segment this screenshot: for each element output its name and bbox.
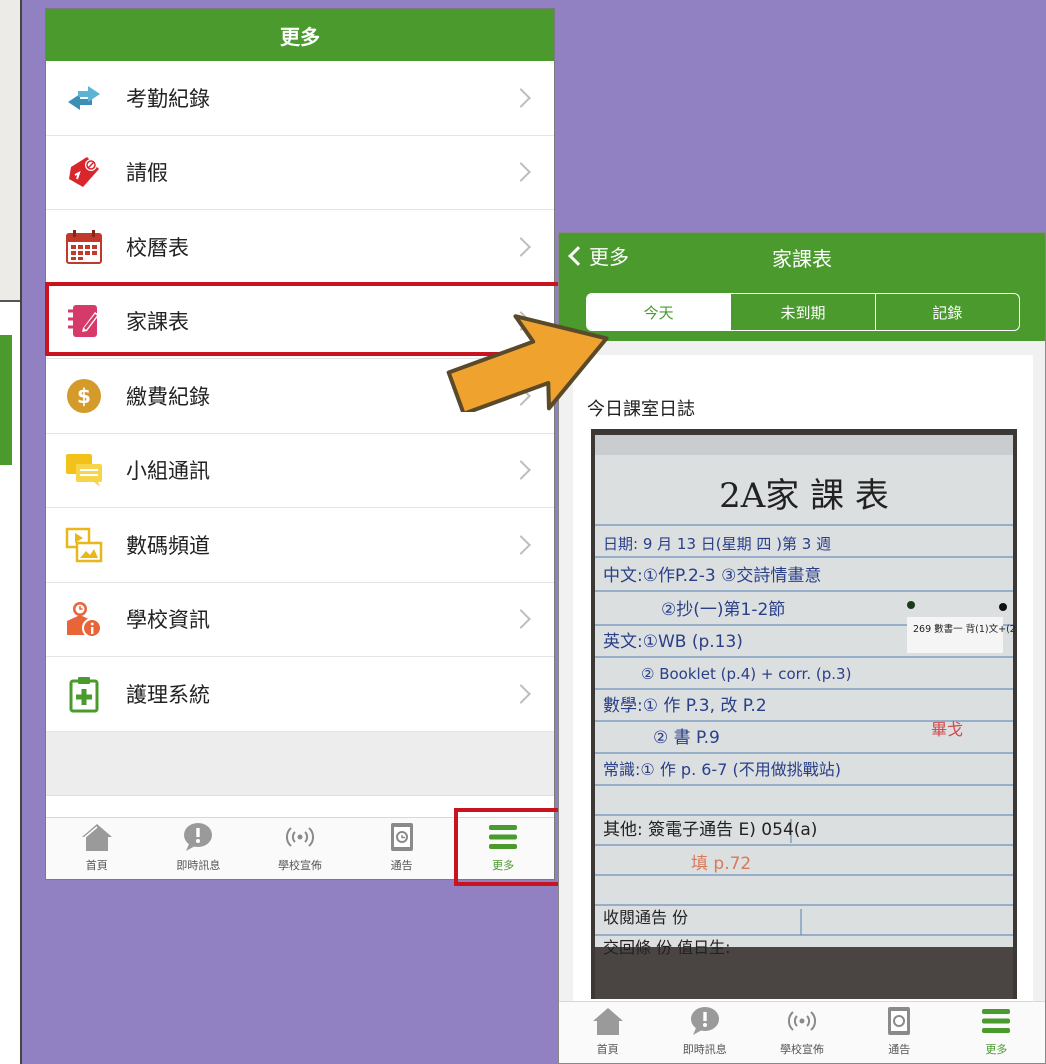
- homework-screen: 更多 家課表 今天 未到期 記錄 今日課室日誌 2A家 課 表 日期: 9 月 …: [558, 232, 1046, 1064]
- tab-more[interactable]: 更多: [452, 818, 554, 879]
- chevron-right-icon: [511, 683, 531, 704]
- more-header: 更多: [46, 9, 554, 61]
- group-chat-icon: [64, 450, 104, 490]
- svg-text:$: $: [77, 384, 91, 408]
- page-title: 更多: [280, 24, 320, 49]
- school-info-icon: [64, 599, 104, 639]
- menu-item-digital-channel[interactable]: 數碼頻道: [46, 508, 554, 583]
- tab-school-news[interactable]: 學校宣佈: [753, 1002, 850, 1063]
- nursing-kit-icon: [64, 674, 104, 714]
- background-grey-area: [0, 0, 20, 300]
- menu-item-label: 護理系統: [126, 682, 210, 707]
- chevron-right-icon: [511, 87, 531, 108]
- more-menu-list: 考勤紀錄 請假 校曆表 家課表 $ 繳費紀錄 小組通訊 數碼頻道 學校資訊 護理…: [46, 61, 554, 866]
- message-icon: [180, 819, 216, 855]
- whiteboard-note: 269 數書一 背(1)文+(2)詞: [913, 623, 1017, 635]
- menu-item-label: 學校資訊: [126, 608, 210, 633]
- tab-upcoming[interactable]: 未到期: [730, 294, 874, 330]
- tab-label: 首頁: [85, 859, 108, 872]
- whiteboard-line: 英文:①WB (p.13): [603, 632, 743, 652]
- broadcast-icon: [784, 1003, 820, 1039]
- navigation-arrow-icon: [446, 314, 609, 412]
- tab-home[interactable]: 首頁: [46, 818, 148, 879]
- whiteboard-line: ② 書 P.9: [653, 728, 720, 748]
- background-divider: [0, 300, 20, 302]
- whiteboard-side-mark: 畢戈: [931, 720, 963, 739]
- home-icon: [79, 819, 115, 855]
- tab-records[interactable]: 記錄: [874, 294, 1019, 330]
- whiteboard-heading: 2A家 課 表: [719, 476, 889, 516]
- menu-icon: [978, 1003, 1014, 1039]
- tab-more[interactable]: 更多: [948, 1002, 1045, 1063]
- tab-notice[interactable]: 通告: [851, 1002, 948, 1063]
- whiteboard-line: ②抄(一)第1-2節: [661, 600, 785, 620]
- swap-arrows-icon: [64, 78, 104, 118]
- tab-label: 即時訊息: [176, 859, 221, 872]
- home-icon: [590, 1003, 626, 1039]
- menu-item-school-calendar[interactable]: 校曆表: [46, 210, 554, 285]
- whiteboard-photo[interactable]: 2A家 課 表 日期: 9 月 13 日(星期 四 )第 3 週 中文:①作P.…: [591, 429, 1017, 999]
- more-screen: 更多 考勤紀錄 請假 校曆表 家課表 $ 繳費紀錄 小組通訊 數碼頻道 學校資訊…: [45, 8, 555, 880]
- menu-item-nursing-system[interactable]: 護理系統: [46, 657, 554, 732]
- menu-item-group-chat[interactable]: 小組通訊: [46, 433, 554, 508]
- chevron-right-icon: [511, 609, 531, 630]
- tab-label: 學校宣佈: [277, 859, 322, 872]
- homework-header: 更多 家課表 今天 未到期 記錄: [559, 233, 1045, 341]
- classroom-log-card: 今日課室日誌 2A家 課 表 日期: 9 月 13 日(星期 四)第 3 週 …: [573, 355, 1033, 1005]
- menu-item-label: 小組通訊: [126, 459, 210, 484]
- page-title: 家課表: [772, 247, 832, 271]
- menu-item-label: 請假: [126, 161, 168, 186]
- background-green-area: [0, 335, 12, 465]
- leave-tag-icon: [64, 152, 104, 192]
- tab-label: 學校宣佈: [780, 1043, 824, 1056]
- whiteboard-line: 其他: 簽電子通告 E) 054(a): [603, 820, 817, 840]
- calendar-icon: [64, 227, 104, 267]
- menu-section-gap: [46, 731, 554, 796]
- tab-messages[interactable]: 即時訊息: [148, 818, 250, 879]
- media-channel-icon: [64, 525, 104, 565]
- menu-item-attendance[interactable]: 考勤紀錄: [46, 61, 554, 136]
- chevron-right-icon: [511, 534, 531, 555]
- tab-home[interactable]: 首頁: [559, 1002, 656, 1063]
- message-icon: [687, 1003, 723, 1039]
- whiteboard-line: ② Booklet (p.4) + corr. (p.3): [641, 665, 851, 683]
- whiteboard-line: 交回條 份 值日生:: [603, 938, 731, 957]
- tab-messages[interactable]: 即時訊息: [656, 1002, 753, 1063]
- whiteboard-line: 常識:① 作 p. 6-7 (不用做挑戰站): [603, 760, 841, 779]
- whiteboard-line: 數學:① 作 P.3, 改 P.2: [603, 696, 767, 716]
- tab-label: 更多: [985, 1043, 1008, 1056]
- background-screen-edge: [0, 0, 22, 1064]
- dollar-coin-icon: $: [64, 376, 104, 416]
- menu-item-leave[interactable]: 請假: [46, 135, 554, 210]
- broadcast-icon: [282, 819, 318, 855]
- tab-label: 通告: [888, 1043, 911, 1056]
- whiteboard-line: 填 p.72: [691, 854, 751, 874]
- whiteboard-date: 日期: 9 月 13 日(星期 四 )第 3 週: [603, 535, 831, 553]
- segment-control: 今天 未到期 記錄: [586, 293, 1020, 331]
- notice-icon: [881, 1003, 917, 1039]
- menu-item-label: 考勤紀錄: [126, 86, 210, 111]
- tab-school-news[interactable]: 學校宣佈: [249, 818, 351, 879]
- tab-label: 通告: [390, 859, 413, 872]
- tab-notice[interactable]: 通告: [351, 818, 453, 879]
- menu-item-label: 數碼頻道: [126, 533, 210, 558]
- menu-icon: [485, 819, 521, 855]
- whiteboard-line: 中文:①作P.2-3 ③交詩情畫意: [603, 566, 821, 586]
- chevron-right-icon: [511, 460, 531, 481]
- bottom-tab-bar: 首頁 即時訊息 學校宣佈 通告 更多: [559, 1001, 1045, 1063]
- notice-icon: [384, 819, 420, 855]
- chevron-right-icon: [511, 236, 531, 257]
- menu-item-label: 校曆表: [126, 235, 189, 260]
- whiteboard-line: 收閱通告 份: [603, 908, 688, 927]
- tab-label: 更多: [492, 859, 515, 872]
- tab-label: 首頁: [596, 1043, 619, 1056]
- homework-notebook-icon: [64, 301, 104, 341]
- chevron-right-icon: [511, 162, 531, 183]
- tab-label: 即時訊息: [682, 1043, 727, 1056]
- menu-item-school-info[interactable]: 學校資訊: [46, 582, 554, 657]
- bottom-tab-bar: 首頁 即時訊息 學校宣佈 通告 更多: [46, 817, 554, 879]
